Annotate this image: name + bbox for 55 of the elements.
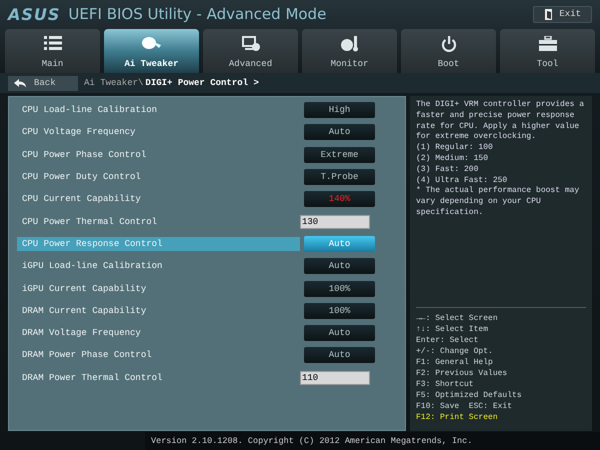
tab[interactable]: Advanced [203,29,298,73]
exit-button[interactable]: Exit [533,6,592,22]
key-hint: F5: Optimized Defaults [416,390,523,401]
key-hint: ↑↓: Select Item [416,324,490,335]
option-button[interactable]: Extreme [304,146,375,163]
help-text: The DIGI+ VRM controller provides a faster and precise power response rate for CPU. Apply a higher value for extreme overclocking. (1) Regular: 100 (2) Medium: 150 (3) Fast: 200 (4) Ultra Fast: 250 * The actual performance boost may vary depending on your CPU specification. [416,100,586,219]
version-text: Version 2.10.1208. Copyright (C) 2012 American Megatrends, Inc. [151,436,472,446]
option-button[interactable]: High [304,102,375,118]
option-button[interactable]: T.Probe [304,169,375,186]
setting-label[interactable]: CPU Power Phase Control [17,148,300,162]
setting-label[interactable]: DRAM Current Capability [17,304,300,318]
option-button[interactable]: Auto [304,347,375,364]
key-hint: F1: General Help [416,357,494,368]
screen-info-icon [242,36,260,52]
power-icon [440,36,456,52]
brand-logo: ASUS [8,4,60,24]
key-hint: +/-: Change Opt. [416,346,494,357]
thermometer-icon [340,36,358,52]
tab[interactable]: Monitor [302,29,397,73]
option-button[interactable]: Auto [304,325,375,342]
option-button[interactable]: Auto [304,124,375,140]
option-button[interactable]: 100% [304,302,375,319]
setting-label[interactable]: DRAM Voltage Frequency [17,326,300,340]
breadcrumb-current: DIGI+ Power Control > [145,78,259,88]
toolbox-icon [538,36,556,51]
option-button[interactable]: Auto [304,258,375,274]
tab[interactable]: Main [5,29,100,73]
value-field[interactable]: 110 [300,370,370,385]
setting-label[interactable]: DRAM Power Phase Control [17,348,300,362]
key-hint: F12: Print Screen [416,412,499,423]
back-button[interactable]: Back [8,76,78,90]
setting-label[interactable]: iGPU Load-line Calibration [17,259,300,274]
breadcrumb-path: Ai Tweaker\ [84,78,144,88]
key-hint: F2: Previous Values [416,368,508,379]
key-hint: →←: Select Screen [416,313,499,324]
setting-label[interactable]: iGPU Current Capability [17,282,300,296]
setting-label[interactable]: CPU Power Duty Control [17,170,300,184]
door-icon [544,8,554,20]
list-icon [44,36,62,50]
key-hint: F10: Save ESC: Exit [416,401,514,412]
setting-label[interactable]: DRAM Power Thermal Control [17,370,296,385]
setting-label[interactable]: CPU Load-line Calibration [17,103,300,118]
setting-label[interactable]: CPU Power Thermal Control [17,214,296,229]
key-hint: Enter: Select [416,335,480,346]
key-hint: F3: Shortcut [416,379,475,390]
setting-label[interactable]: CPU Voltage Frequency [17,125,300,140]
value-field[interactable]: 130 [300,214,370,229]
back-arrow-icon [14,78,26,88]
tab[interactable]: Tool [500,29,595,73]
window-title: UEFI BIOS Utility - Advanced Mode [68,5,326,23]
tab[interactable]: Boot [401,29,496,73]
option-button[interactable]: 100% [304,280,375,297]
setting-label[interactable]: CPU Current Capability [17,192,300,206]
tab[interactable]: Ai Tweaker [104,29,199,73]
option-button[interactable]: 140% [304,191,375,208]
